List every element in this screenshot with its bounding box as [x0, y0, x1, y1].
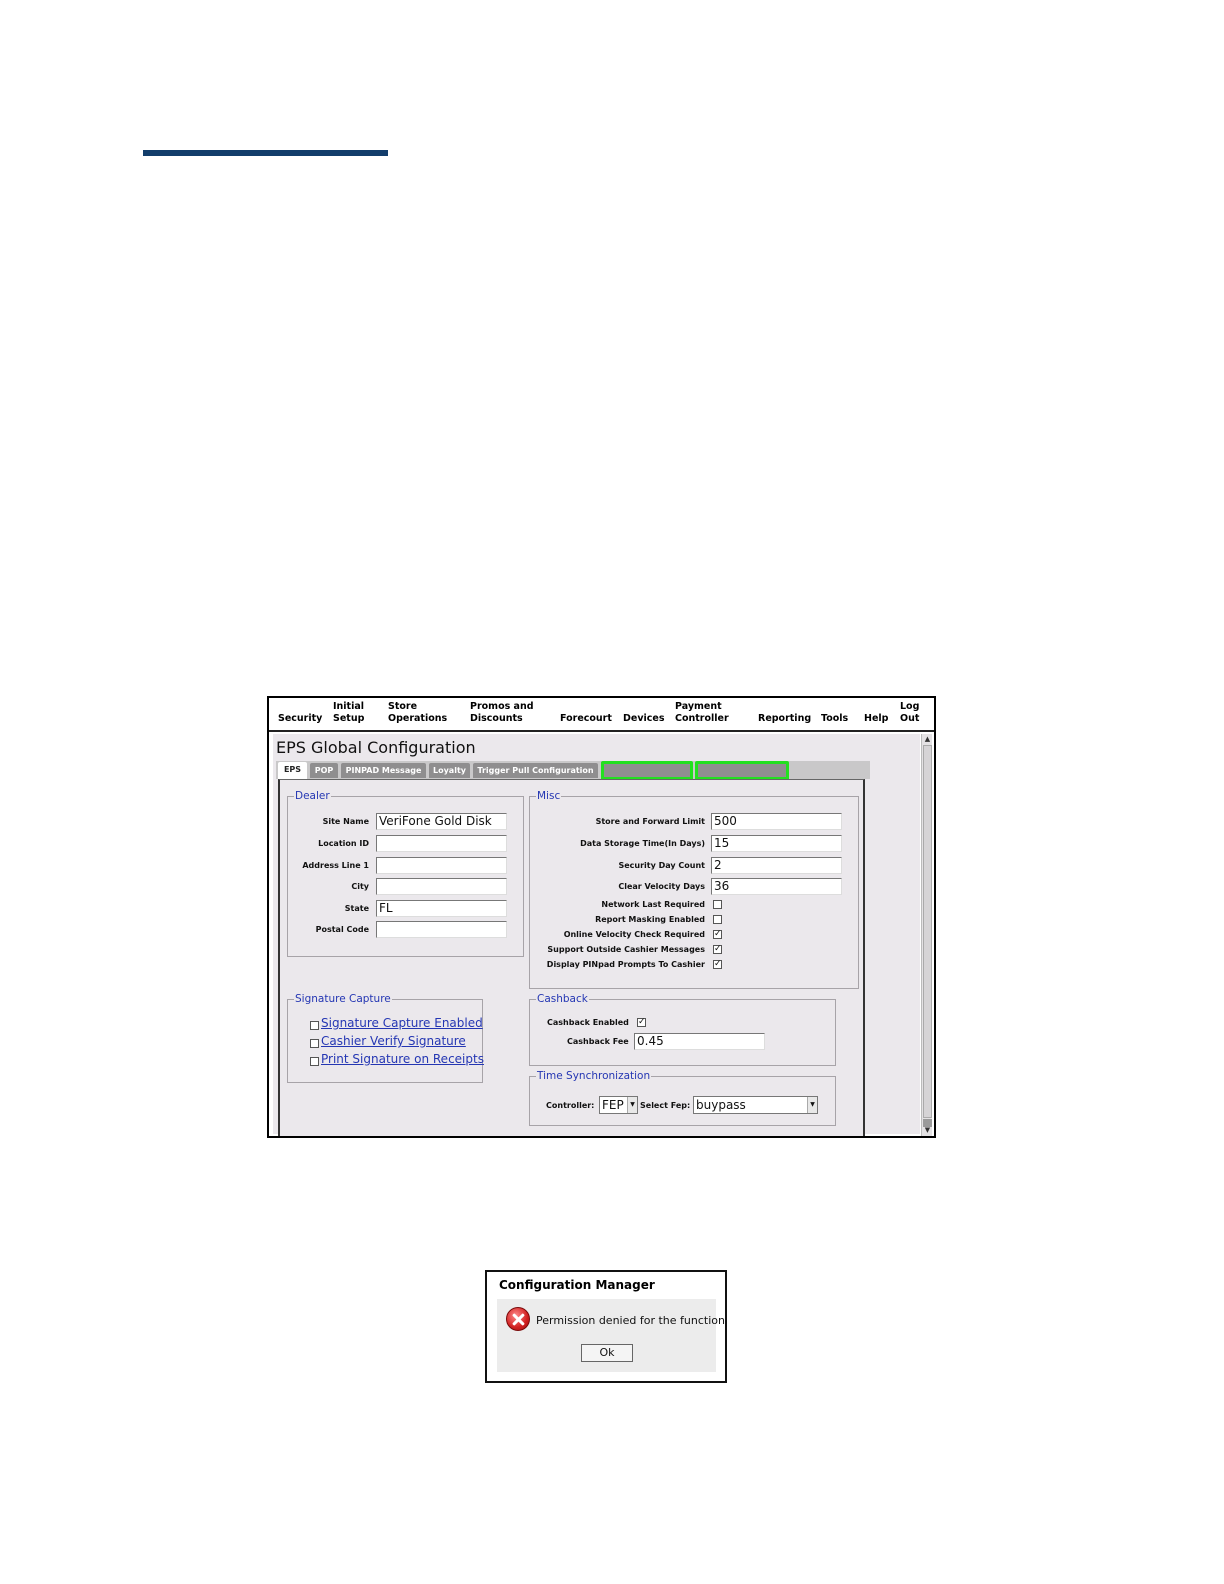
store-forward-limit-label: Store and Forward Limit — [595, 817, 705, 826]
state-label: State — [344, 904, 369, 913]
page-content: EPS Global Configuration EPS POP PINPAD … — [273, 734, 920, 1136]
signature-capture-legend: Signature Capture — [295, 993, 391, 1005]
page-title: EPS Global Configuration — [276, 738, 476, 757]
menu-store-operations[interactable]: Store Operations — [388, 701, 447, 725]
time-sync-legend: Time Synchronization — [537, 1070, 651, 1082]
eps-tab-panel: Dealer Site Name VeriFone Gold Disk Loca… — [278, 779, 865, 1136]
display-pinpad-prompts-label: Display PINpad Prompts To Cashier — [546, 960, 705, 969]
time-sync-group: Time Synchronization Controller: FEP ▼ S… — [529, 1070, 836, 1126]
signature-capture-group: Signature Capture Signature Capture Enab… — [287, 993, 484, 1083]
signature-capture-enabled-checkbox[interactable] — [310, 1021, 319, 1030]
tab-eps[interactable]: EPS — [278, 762, 307, 779]
scroll-down-icon[interactable]: ▼ — [923, 1126, 932, 1135]
menu-forecourt[interactable]: Forecourt — [560, 713, 612, 725]
dealer-legend: Dealer — [295, 790, 330, 802]
clear-velocity-days-label: Clear Velocity Days — [618, 882, 705, 891]
cashback-enabled-label: Cashback Enabled — [547, 1018, 629, 1027]
site-name-input[interactable]: VeriFone Gold Disk — [376, 813, 507, 830]
menu-devices[interactable]: Devices — [623, 713, 665, 725]
data-storage-time-input[interactable]: 15 — [711, 835, 842, 852]
dialog-body: Permission denied for the function Ok — [497, 1299, 725, 1372]
location-id-input[interactable] — [376, 835, 507, 852]
data-storage-time-label: Data Storage Time(In Days) — [580, 839, 705, 848]
print-signature-link[interactable]: Print Signature on Receipts — [321, 1052, 484, 1066]
dealer-group: Dealer Site Name VeriFone Gold Disk Loca… — [287, 790, 524, 957]
fep-value: buypass — [696, 1098, 746, 1112]
tab-highlighted-1[interactable] — [601, 761, 693, 780]
menu-payment-controller[interactable]: Payment Controller — [675, 701, 729, 725]
scrollbar-thumb[interactable] — [923, 745, 932, 1118]
postal-code-input[interactable] — [376, 921, 507, 938]
store-forward-limit-input[interactable]: 500 — [711, 813, 842, 830]
menu-reporting[interactable]: Reporting — [758, 713, 811, 725]
dialog-title: Configuration Manager — [499, 1278, 655, 1292]
vertical-scrollbar[interactable]: ▲ ▼ — [921, 734, 932, 1136]
tab-trigger-pull-configuration[interactable]: Trigger Pull Configuration — [473, 763, 598, 778]
menu-tools[interactable]: Tools — [821, 713, 848, 725]
tab-pinpad-message[interactable]: PINPAD Message — [341, 763, 426, 778]
cashback-legend: Cashback — [537, 993, 588, 1005]
permission-denied-dialog: Configuration Manager Permission denied … — [485, 1270, 727, 1383]
postal-code-label: Postal Code — [315, 925, 369, 934]
city-label: City — [351, 882, 369, 891]
address-line-1-label: Address Line 1 — [302, 861, 369, 870]
site-name-label: Site Name — [322, 817, 369, 826]
state-input[interactable]: FL — [376, 900, 507, 917]
cashier-verify-signature-link[interactable]: Cashier Verify Signature — [321, 1034, 466, 1048]
controller-label: Controller: — [546, 1101, 595, 1110]
controller-value: FEP — [602, 1098, 624, 1112]
network-last-required-label: Network Last Required — [601, 900, 705, 909]
select-fep-label: Select Fep: — [640, 1101, 691, 1110]
tab-highlighted-2[interactable] — [695, 761, 789, 780]
online-velocity-check-label: Online Velocity Check Required — [563, 930, 705, 939]
ok-button[interactable]: Ok — [581, 1344, 633, 1362]
network-last-required-checkbox[interactable] — [713, 900, 722, 909]
menu-log-out[interactable]: Log Out — [900, 701, 919, 725]
address-line-1-input[interactable] — [376, 857, 507, 874]
cashback-fee-label: Cashback Fee — [567, 1037, 629, 1046]
chevron-down-icon[interactable]: ▼ — [807, 1097, 817, 1113]
city-input[interactable] — [376, 878, 507, 895]
tab-pop[interactable]: POP — [310, 763, 338, 778]
location-id-label: Location ID — [318, 839, 369, 848]
online-velocity-check-checkbox[interactable]: ✓ — [713, 930, 722, 939]
security-day-count-label: Security Day Count — [618, 861, 705, 870]
scroll-up-icon[interactable]: ▲ — [923, 735, 932, 744]
menu-promos-discounts[interactable]: Promos and Discounts — [470, 701, 534, 725]
support-outside-cashier-checkbox[interactable]: ✓ — [713, 945, 722, 954]
dialog-message: Permission denied for the function — [536, 1314, 725, 1327]
cashback-fee-input[interactable]: 0.45 — [634, 1033, 765, 1050]
clear-velocity-days-input[interactable]: 36 — [711, 878, 842, 895]
report-masking-enabled-checkbox[interactable] — [713, 915, 722, 924]
menu-security[interactable]: Security — [278, 713, 322, 725]
report-masking-enabled-label: Report Masking Enabled — [595, 915, 705, 924]
main-menu-bar: Security Initial Setup Store Operations … — [269, 698, 934, 732]
support-outside-cashier-label: Support Outside Cashier Messages — [547, 945, 705, 954]
signature-capture-enabled-link[interactable]: Signature Capture Enabled — [321, 1016, 483, 1030]
fep-select[interactable]: buypass ▼ — [693, 1096, 818, 1114]
tab-strip: EPS POP PINPAD Message Loyalty Trigger P… — [276, 761, 870, 780]
cashback-group: Cashback Cashback Enabled ✓ Cashback Fee… — [529, 993, 836, 1066]
display-pinpad-prompts-checkbox[interactable]: ✓ — [713, 960, 722, 969]
error-icon — [506, 1307, 530, 1331]
tab-loyalty[interactable]: Loyalty — [429, 763, 470, 778]
misc-group: Misc Store and Forward Limit 500 Data St… — [529, 790, 859, 989]
controller-select[interactable]: FEP ▼ — [599, 1096, 638, 1114]
eps-config-screenshot: Security Initial Setup Store Operations … — [267, 696, 936, 1138]
cashback-enabled-checkbox[interactable]: ✓ — [637, 1018, 646, 1027]
header-rule — [143, 150, 388, 156]
cashier-verify-signature-checkbox[interactable] — [310, 1039, 319, 1048]
misc-legend: Misc — [537, 790, 561, 802]
chevron-down-icon[interactable]: ▼ — [627, 1097, 637, 1113]
print-signature-checkbox[interactable] — [310, 1057, 319, 1066]
security-day-count-input[interactable]: 2 — [711, 857, 842, 874]
menu-initial-setup[interactable]: Initial Setup — [333, 701, 364, 725]
menu-help[interactable]: Help — [864, 713, 888, 725]
